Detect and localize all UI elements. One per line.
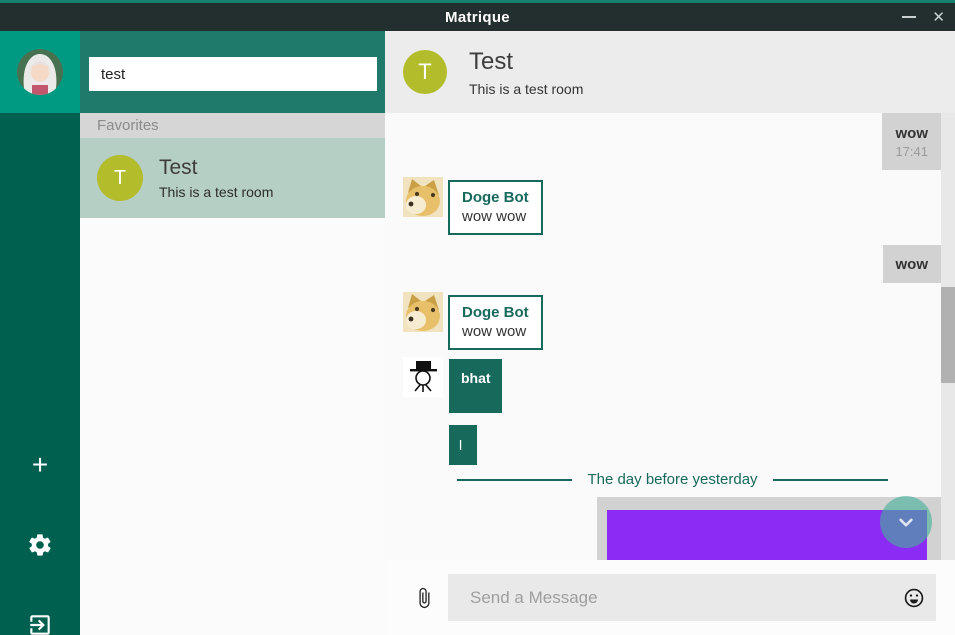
sender-name: Doge Bot (462, 189, 529, 206)
user-avatar[interactable] (17, 49, 63, 95)
bhat-avatar-image (403, 357, 443, 397)
search-section (80, 31, 385, 113)
scrollbar-track[interactable] (941, 113, 955, 560)
paperclip-icon (413, 585, 435, 611)
doge-avatar (403, 292, 443, 332)
settings-button[interactable] (0, 532, 80, 558)
message-timeline: wow 17:41 Doge Bo (385, 113, 955, 560)
close-button[interactable]: ✕ (932, 10, 945, 25)
scroll-to-bottom-button[interactable] (880, 496, 932, 548)
image-attachment[interactable] (607, 510, 927, 560)
rail-user-section (0, 31, 80, 113)
sender-name: Doge Bot (462, 304, 529, 321)
window-controls: ✕ (902, 3, 945, 31)
scrollbar-thumb[interactable] (941, 287, 955, 383)
window-title: Matrique (445, 9, 510, 26)
search-input[interactable] (89, 57, 377, 91)
chat-room-subtitle: This is a test room (469, 81, 583, 97)
message-text: wow (896, 125, 929, 142)
left-rail: + (0, 31, 80, 635)
main-content: + Favorites T Test This i (0, 31, 955, 635)
minimize-button[interactable] (902, 16, 916, 18)
message-text: wow (896, 256, 929, 273)
incoming-message: l (449, 425, 477, 465)
emoji-picker-button[interactable] (903, 587, 925, 609)
divider-line (773, 479, 888, 481)
room-topic: This is a test room (159, 184, 273, 200)
gear-icon (27, 532, 53, 558)
room-name: Test (159, 156, 273, 180)
doge-avatar-image (403, 292, 443, 332)
incoming-message: bhat (449, 359, 502, 413)
room-list-empty-area (80, 218, 385, 635)
favorites-section-header: Favorites (80, 113, 385, 138)
composer-field (448, 574, 936, 621)
outgoing-message: wow (883, 245, 942, 283)
doge-avatar (403, 177, 443, 217)
chat-header: T Test This is a test room (385, 31, 955, 113)
attach-file-button[interactable] (412, 585, 436, 611)
room-list-item-test[interactable]: T Test This is a test room (80, 138, 385, 218)
exit-icon (27, 612, 53, 635)
message-timestamp: 17:41 (895, 144, 928, 159)
message-input[interactable] (448, 574, 936, 621)
chevron-down-icon (893, 509, 919, 535)
divider-line (457, 479, 572, 481)
chat-header-texts: Test This is a test room (469, 48, 583, 97)
room-avatar: T (97, 155, 143, 201)
titlebar: Matrique ✕ (0, 3, 955, 31)
day-divider: The day before yesterday (457, 471, 888, 488)
message-text: wow wow (462, 208, 529, 225)
room-list-panel: Favorites T Test This is a test room (80, 31, 385, 635)
app-window: Matrique ✕ (0, 0, 955, 635)
smiley-icon (903, 587, 925, 609)
chat-room-avatar: T (403, 50, 447, 94)
incoming-message: Doge Bot wow wow (448, 295, 543, 350)
plus-icon: + (32, 451, 48, 479)
incoming-message: Doge Bot wow wow (448, 180, 543, 235)
user-avatar-image (17, 49, 63, 95)
chat-panel: T Test This is a test room wow 17:41 (385, 31, 955, 635)
doge-avatar-image (403, 177, 443, 217)
divider-label: The day before yesterday (587, 471, 757, 488)
logout-button[interactable] (0, 612, 80, 635)
message-text: wow wow (462, 323, 529, 340)
add-room-button[interactable]: + (0, 451, 80, 479)
chat-room-title: Test (469, 48, 583, 76)
room-texts: Test This is a test room (159, 156, 273, 200)
message-composer (385, 560, 955, 635)
bhat-avatar (403, 357, 443, 397)
outgoing-message: wow 17:41 (882, 113, 941, 170)
minimize-icon (902, 16, 916, 18)
